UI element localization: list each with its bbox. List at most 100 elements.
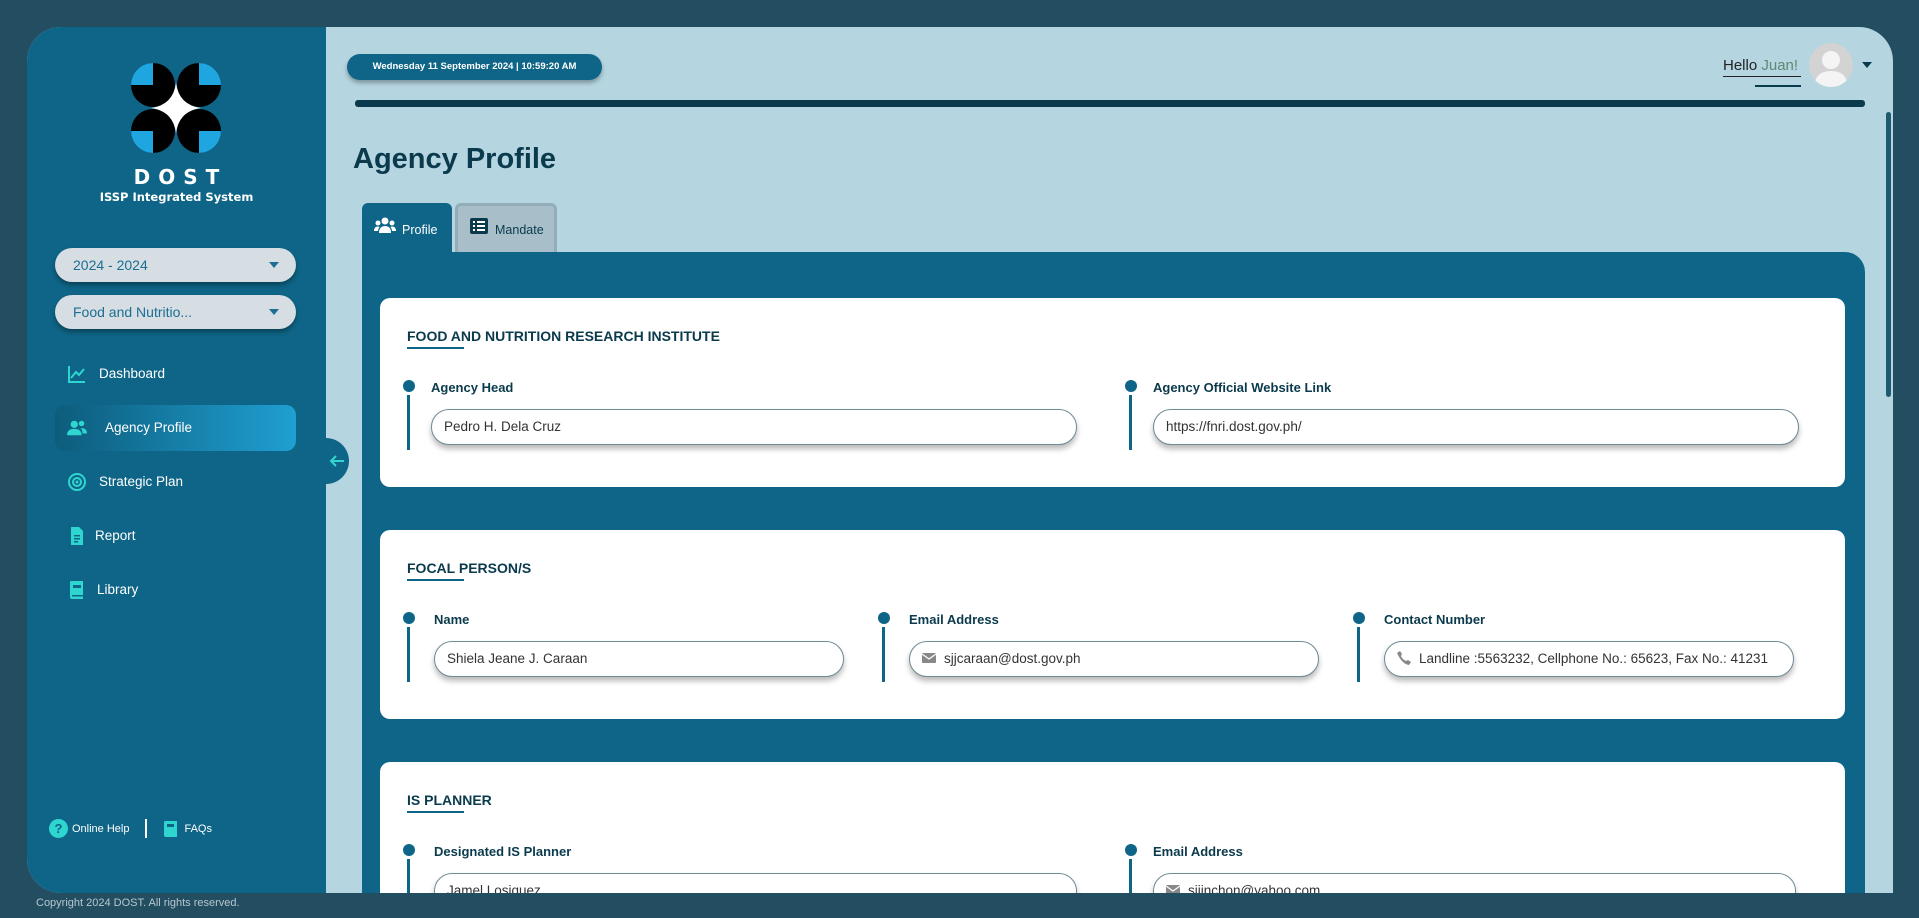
username: Juan! [1761,57,1799,74]
field-marker [878,612,890,624]
agency-website-field[interactable]: https://fnri.dost.gov.ph/ [1153,409,1799,445]
list-icon [470,218,488,234]
sidebar-item-strategic-plan[interactable]: Strategic Plan [55,459,296,505]
users-icon [67,420,87,436]
page-title: Agency Profile [353,143,557,175]
focal-name-field[interactable]: Shiela Jeane J. Caraan [434,641,844,677]
app-window: DOST ISSP Integrated System 2024 - 2024 … [27,27,1893,893]
field-marker-line [407,627,410,682]
is-planner-card: IS PLANNER Designated IS Planner Jamel L… [380,762,1845,893]
focal-contact-value: Landline :5563232, Cellphone No.: 65623,… [1419,651,1769,666]
agency-select[interactable]: Food and Nutritio... [55,295,296,329]
planner-email-value: sjjinchon@yahoo.com [1188,883,1321,893]
greeting: Hello Juan! [1723,57,1798,74]
agency-head-value: Pedro H. Dela Cruz [444,419,562,434]
sidebar-item-dashboard[interactable]: Dashboard [55,351,296,397]
agency-head-label: Agency Head [431,380,514,395]
chevron-down-icon [269,262,279,268]
datetime-badge: Wednesday 11 September 2024 | 10:59:20 A… [347,54,602,80]
card-title: FOOD AND NUTRITION RESEARCH INSTITUTE [407,328,720,344]
greeting-underline [1723,76,1801,77]
card-title-underline [407,579,464,581]
greeting-underline-accent [1755,85,1801,87]
avatar[interactable] [1809,43,1853,87]
greeting-text: Hello [1723,57,1762,74]
sidebar-item-label: Agency Profile [105,420,193,435]
card-title: FOCAL PERSON/S [407,560,532,576]
focal-email-value: sjjcaraan@dost.gov.ph [944,651,1081,666]
sidebar-item-label: Dashboard [99,366,166,381]
faqs-link[interactable]: FAQs [184,823,212,835]
field-marker-line [407,859,410,893]
user-avatar-icon [1814,51,1848,87]
planner-field[interactable]: Jamel Losiquez [434,873,1077,893]
field-marker-line [407,395,410,450]
focal-email-label: Email Address [909,612,999,627]
user-menu-caret-icon[interactable] [1862,62,1872,68]
help-links: ? Online Help FAQs [49,819,212,838]
focal-person-card: FOCAL PERSON/S Name Shiela Jeane J. Cara… [380,530,1845,719]
brand-subtitle: ISSP Integrated System [99,190,254,204]
online-help-link[interactable]: Online Help [72,823,129,835]
sidebar-item-report[interactable]: Report [55,513,296,559]
dost-logo [131,63,221,153]
sidebar-collapse-button[interactable] [326,438,349,484]
year-select[interactable]: 2024 - 2024 [55,248,296,282]
field-marker-line [1357,627,1360,682]
tab-label: Mandate [495,223,544,237]
chart-line-icon [68,366,85,383]
sidebar-item-label: Strategic Plan [99,474,184,489]
focal-email-field[interactable]: sjjcaraan@dost.gov.ph [909,641,1319,677]
planner-label: Designated IS Planner [434,844,572,859]
agency-website-value: https://fnri.dost.gov.ph/ [1166,419,1302,434]
card-title-underline [407,347,464,349]
book-icon [70,581,83,599]
sidebar-item-label: Report [95,528,136,543]
year-select-value: 2024 - 2024 [73,257,148,273]
brand-name: DOST [133,165,228,189]
users-icon [374,217,396,233]
book-icon [164,820,178,837]
target-icon [68,473,86,491]
field-marker [1125,380,1137,392]
scrollbar[interactable] [1886,112,1891,397]
agency-website-label: Agency Official Website Link [1153,380,1332,395]
tab-label: Profile [402,223,438,237]
arrow-left-icon [329,455,344,467]
sidebar-item-agency-profile[interactable]: Agency Profile [55,405,296,451]
planner-email-label: Email Address [1153,844,1243,859]
chevron-down-icon [269,309,279,315]
sidebar-item-label: Library [97,582,139,597]
field-marker-line [1129,859,1132,893]
field-marker [403,612,415,624]
focal-contact-field[interactable]: Landline :5563232, Cellphone No.: 65623,… [1384,641,1794,677]
planner-value: Jamel Losiquez [447,883,541,893]
field-marker [1353,612,1365,624]
field-marker [403,380,415,392]
field-marker-line [1129,395,1132,450]
agency-select-value: Food and Nutritio... [73,304,193,320]
tab-mandate[interactable]: Mandate [455,203,557,252]
question-icon: ? [49,819,68,838]
field-marker [403,844,415,856]
header-divider-bar [355,100,1865,107]
focal-contact-label: Contact Number [1384,612,1486,627]
field-marker-line [882,627,885,682]
focal-name-label: Name [434,612,470,627]
planner-email-field[interactable]: sjjinchon@yahoo.com [1153,873,1796,893]
footer-copyright: Copyright 2024 DOST. All rights reserved… [36,897,240,909]
field-marker [1125,844,1137,856]
divider [145,819,148,838]
sidebar-item-library[interactable]: Library [55,567,296,613]
agency-card: FOOD AND NUTRITION RESEARCH INSTITUTE Ag… [380,298,1845,487]
document-icon [71,527,83,545]
tab-profile[interactable]: Profile [362,203,452,252]
card-title: IS PLANNER [407,792,492,808]
card-title-underline [407,811,464,813]
phone-icon [1397,651,1411,665]
envelope-icon [1166,885,1180,893]
focal-name-value: Shiela Jeane J. Caraan [447,651,588,666]
agency-head-field[interactable]: Pedro H. Dela Cruz [431,409,1077,445]
envelope-icon [922,653,936,663]
sidebar: DOST ISSP Integrated System 2024 - 2024 … [27,27,326,893]
